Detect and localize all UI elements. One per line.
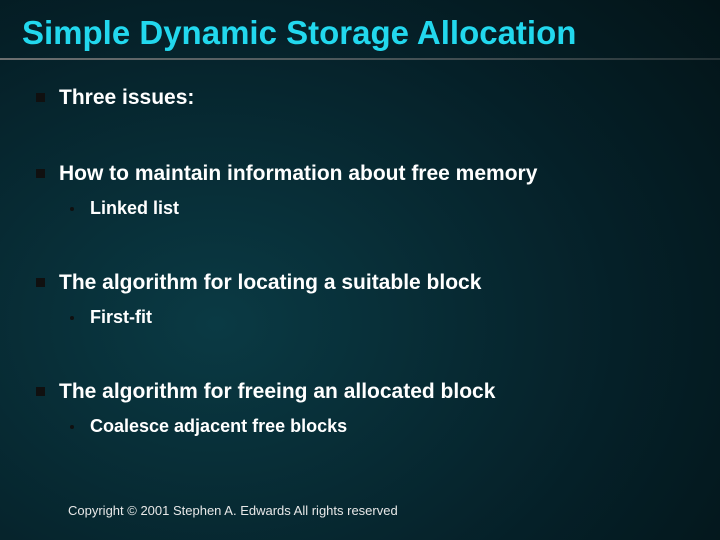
dot-bullet-icon [70, 425, 74, 429]
bullet-text: How to maintain information about free m… [59, 162, 537, 186]
copyright-footer: Copyright © 2001 Stephen A. Edwards All … [68, 503, 398, 518]
square-bullet-icon [36, 169, 45, 178]
sub-bullet-item: First-fit [70, 307, 720, 328]
square-bullet-icon [36, 387, 45, 396]
slide: Simple Dynamic Storage Allocation Three … [0, 0, 720, 540]
square-bullet-icon [36, 93, 45, 102]
sub-bullet-item: Coalesce adjacent free blocks [70, 416, 720, 437]
sub-bullet-text: Linked list [90, 198, 179, 219]
bullet-text: The algorithm for freeing an allocated b… [59, 380, 495, 404]
square-bullet-icon [36, 278, 45, 287]
bullet-item: How to maintain information about free m… [36, 162, 720, 186]
dot-bullet-icon [70, 316, 74, 320]
sub-bullet-text: Coalesce adjacent free blocks [90, 416, 347, 437]
dot-bullet-icon [70, 207, 74, 211]
spacer [36, 142, 720, 162]
bullet-text: The algorithm for locating a suitable bl… [59, 271, 481, 295]
slide-title: Simple Dynamic Storage Allocation [0, 0, 720, 52]
bullet-item: The algorithm for locating a suitable bl… [36, 271, 720, 295]
bullet-item: Three issues: [36, 86, 720, 110]
slide-content: Three issues: How to maintain informatio… [0, 60, 720, 437]
sub-bullet-text: First-fit [90, 307, 152, 328]
bullet-item: The algorithm for freeing an allocated b… [36, 380, 720, 404]
spacer [36, 251, 720, 271]
spacer [36, 360, 720, 380]
bullet-text: Three issues: [59, 86, 194, 110]
sub-bullet-item: Linked list [70, 198, 720, 219]
